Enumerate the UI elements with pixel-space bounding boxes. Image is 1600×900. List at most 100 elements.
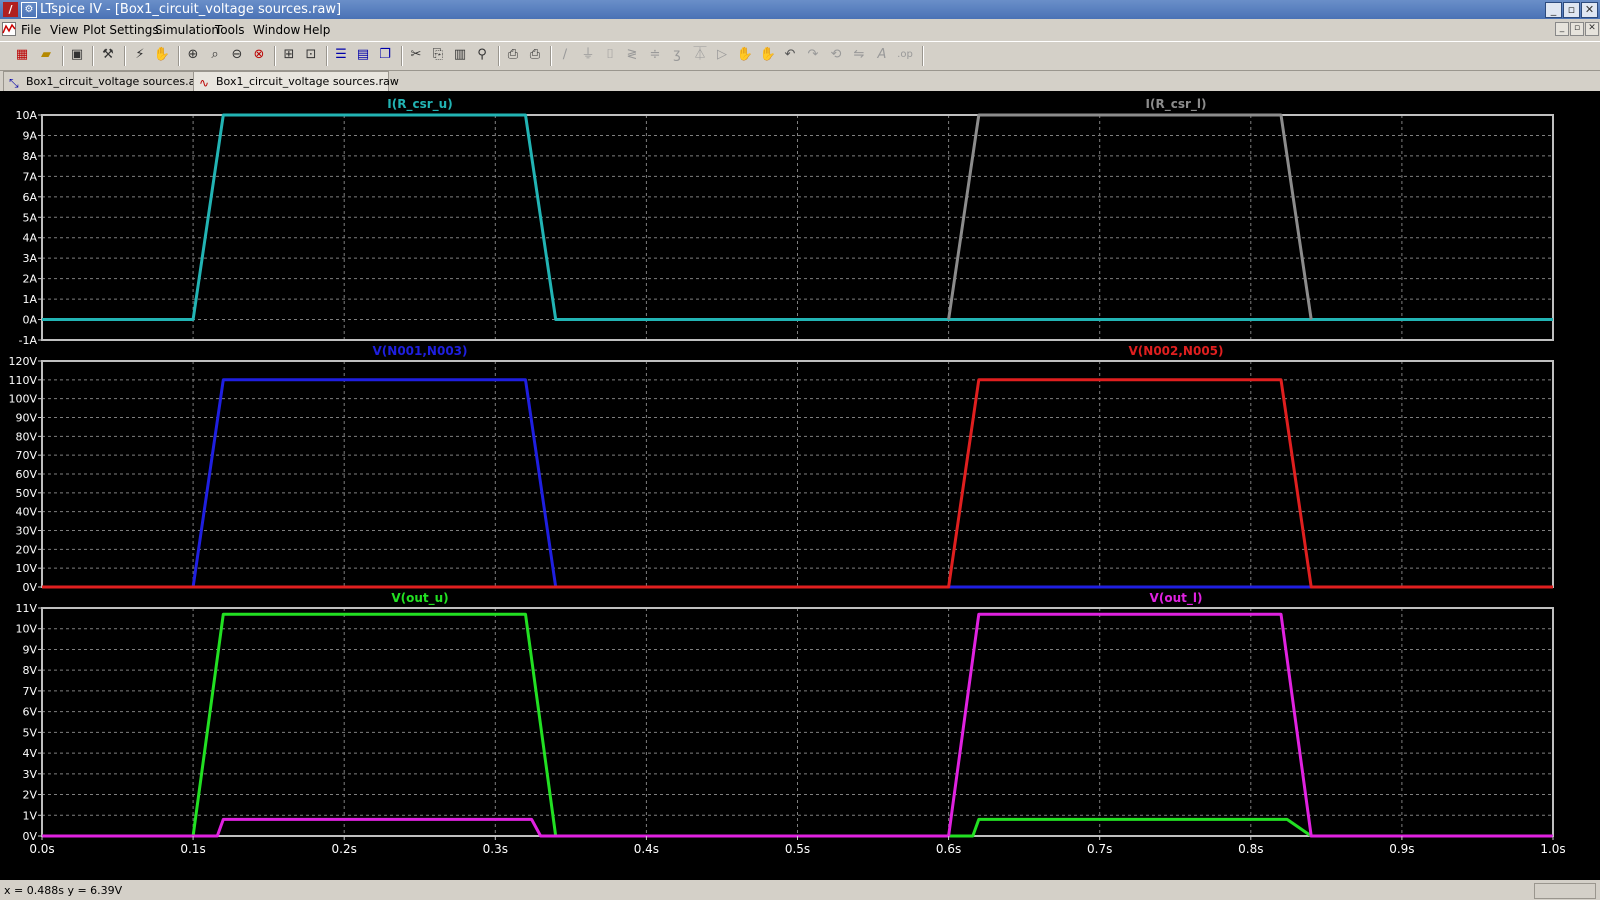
x-tick-label: 0.3s xyxy=(483,842,508,856)
copy-icon[interactable]: ⎘ xyxy=(428,45,448,65)
y-tick-label: -1A xyxy=(19,334,38,347)
system-menu-icon[interactable]: ⚙ xyxy=(21,2,37,18)
minimize-button[interactable]: _ xyxy=(1545,2,1562,18)
x-tick-label: 0.2s xyxy=(332,842,357,856)
cut-icon[interactable]: ✂ xyxy=(406,45,426,65)
y-tick-label: 80V xyxy=(15,430,37,443)
toolbar-separator xyxy=(124,46,126,66)
toolbar-separator xyxy=(62,46,64,66)
print-icon[interactable]: ⎙ xyxy=(525,45,545,65)
y-tick-label: 40V xyxy=(15,506,37,519)
paste-icon[interactable]: ▥ xyxy=(450,45,470,65)
find-icon[interactable]: ⚲ xyxy=(472,45,492,65)
y-tick-label: 110V xyxy=(8,374,37,387)
wire-icon[interactable]: ∕ xyxy=(555,45,575,65)
x-tick-label: 0.0s xyxy=(29,842,54,856)
trace-label[interactable]: V(N002,N005) xyxy=(1129,344,1224,358)
autorange-icon[interactable]: ⊞ xyxy=(279,45,299,65)
text-icon[interactable]: A xyxy=(872,45,892,65)
mark-icon[interactable]: ⊡ xyxy=(301,45,321,65)
print-preview-icon[interactable]: ⎙ xyxy=(503,45,523,65)
open-icon[interactable]: ▰ xyxy=(36,45,56,65)
y-tick-label: 1A xyxy=(22,293,37,306)
y-tick-label: 3A xyxy=(22,252,37,265)
waveform-doc-icon[interactable] xyxy=(2,22,16,36)
trace-label[interactable]: V(out_l) xyxy=(1150,591,1203,606)
tab-schematic-label: Box1_circuit_voltage sources.asc xyxy=(26,75,208,88)
undo-icon[interactable]: ↶ xyxy=(780,45,800,65)
cancel-zoom-icon[interactable]: ⊗ xyxy=(249,45,269,65)
trace-label[interactable]: I(R_csr_l) xyxy=(1146,97,1207,112)
mdi-minimize-button[interactable]: _ xyxy=(1555,22,1569,36)
label-icon[interactable]: ⌷ xyxy=(600,45,620,65)
x-tick-label: 0.8s xyxy=(1238,842,1263,856)
y-tick-label: 6V xyxy=(22,706,37,719)
toolbar-separator xyxy=(178,46,180,66)
move-icon[interactable]: ✋ xyxy=(735,45,755,65)
tile-vertical-icon[interactable]: ▤ xyxy=(353,45,373,65)
resistor-icon[interactable]: ≷ xyxy=(622,45,642,65)
spice-directive-icon[interactable]: .op xyxy=(895,45,915,65)
redo-icon[interactable]: ↷ xyxy=(803,45,823,65)
tab-schematic[interactable]: ⤡ Box1_circuit_voltage sources.asc xyxy=(3,71,207,92)
maximize-button[interactable]: ▫ xyxy=(1563,2,1580,18)
toolbar-separator xyxy=(92,46,94,66)
trace-label[interactable]: V(N001,N003) xyxy=(373,344,468,358)
inductor-icon[interactable]: ʒ xyxy=(667,45,687,65)
mdi-close-button[interactable]: ✕ xyxy=(1585,22,1599,36)
y-tick-label: 5V xyxy=(22,726,37,739)
y-tick-label: 20V xyxy=(15,543,37,556)
cascade-icon[interactable]: ❐ xyxy=(375,45,395,65)
y-tick-label: 8V xyxy=(22,664,37,677)
toolbar-separator xyxy=(550,46,552,66)
y-tick-label: 0A xyxy=(22,314,37,327)
y-tick-label: 100V xyxy=(8,393,37,406)
y-tick-label: 2A xyxy=(22,273,37,286)
drag-icon[interactable]: ✋ xyxy=(758,45,778,65)
zoom-out-icon[interactable]: ⊖ xyxy=(227,45,247,65)
close-button[interactable]: ✕ xyxy=(1581,2,1598,18)
menu-view[interactable]: View xyxy=(50,23,78,37)
x-tick-label: 1.0s xyxy=(1540,842,1565,856)
mdi-restore-button[interactable]: ▫ xyxy=(1570,22,1584,36)
menu-simulation[interactable]: Simulation xyxy=(155,23,219,37)
y-tick-label: 5A xyxy=(22,211,37,224)
y-tick-label: 7A xyxy=(22,170,37,183)
status-bar: x = 0.488s y = 6.39V xyxy=(0,881,1600,900)
tab-waveform[interactable]: ∿ Box1_circuit_voltage sources.raw xyxy=(193,71,399,92)
menu-tools[interactable]: Tools xyxy=(215,23,245,37)
mirror-icon[interactable]: ⇋ xyxy=(849,45,869,65)
zoom-in-icon[interactable]: ⊕ xyxy=(183,45,203,65)
y-tick-label: 9V xyxy=(22,643,37,656)
rotate-icon[interactable]: ⟲ xyxy=(826,45,846,65)
zoom-to-fit-icon[interactable]: ⌕ xyxy=(205,45,225,65)
menu-plot-settings[interactable]: Plot Settings xyxy=(83,23,159,37)
plot-pane-frame xyxy=(41,114,1554,341)
menu-bar: File View Plot Settings Simulation Tools… xyxy=(0,20,1600,40)
toolbar-separator xyxy=(922,46,924,66)
waveform-viewer[interactable]: -1A 0A 1A 2A 3A 4A 5A 6A 7A 8A 9A 10A I(R_csr_u) I(R_… xyxy=(0,91,1600,880)
menu-window[interactable]: Window xyxy=(253,23,300,37)
save-icon[interactable]: ▣ xyxy=(67,45,87,65)
run-icon[interactable]: ⚡ xyxy=(130,45,150,65)
ground-icon[interactable]: ⏚ xyxy=(578,45,598,65)
toolbar-separator xyxy=(326,46,328,66)
ltspice-app-icon[interactable]: / xyxy=(3,2,18,17)
component-icon[interactable]: ▷ xyxy=(712,45,732,65)
new-schematic-icon[interactable]: ▦ xyxy=(12,45,32,65)
waveform-plots[interactable]: -1A 0A 1A 2A 3A 4A 5A 6A 7A 8A 9A 10A I(R_csr_u) I(R_… xyxy=(0,91,1600,880)
tile-horizontal-icon[interactable]: ☰ xyxy=(331,45,351,65)
capacitor-icon[interactable]: ≑ xyxy=(645,45,665,65)
diode-icon[interactable]: ⏄ xyxy=(690,45,710,65)
menu-file[interactable]: File xyxy=(21,23,41,37)
y-tick-label: 4V xyxy=(22,747,37,760)
trace-label[interactable]: I(R_csr_u) xyxy=(387,97,452,112)
control-panel-icon[interactable]: ⚒ xyxy=(98,45,118,65)
halt-icon[interactable]: ✋ xyxy=(152,45,172,65)
x-tick-label: 0.5s xyxy=(785,842,810,856)
x-tick-label: 0.6s xyxy=(936,842,961,856)
y-tick-label: 30V xyxy=(15,525,37,538)
menu-help[interactable]: Help xyxy=(303,23,330,37)
y-tick-label: 10V xyxy=(15,562,37,575)
trace-label[interactable]: V(out_u) xyxy=(391,591,448,606)
